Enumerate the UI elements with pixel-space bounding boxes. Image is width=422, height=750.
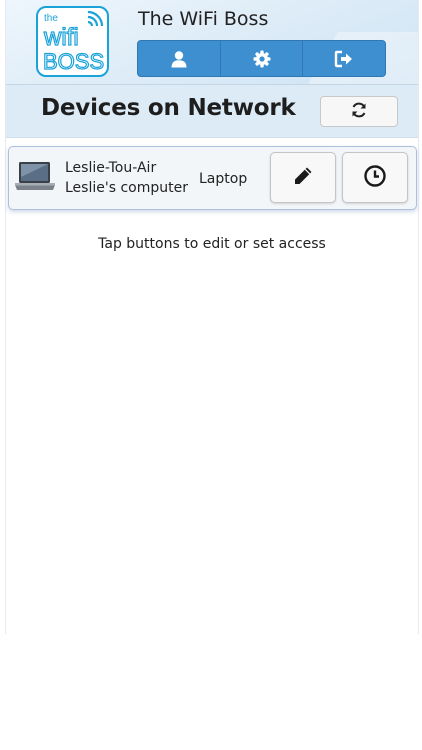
edit-device-button[interactable]: [270, 152, 336, 203]
header-tabbar: [137, 40, 386, 77]
gear-icon: [253, 50, 271, 68]
wifi-boss-logo: the wifi BOSS: [36, 6, 109, 77]
tab-profile[interactable]: [138, 41, 221, 76]
svg-text:the: the: [44, 13, 58, 24]
svg-text:wifi: wifi: [43, 24, 79, 51]
laptop-icon: [14, 161, 56, 197]
app-title: The WiFi Boss: [138, 8, 269, 30]
tab-settings[interactable]: [221, 41, 304, 76]
clock-icon: [363, 164, 387, 192]
hint-text: Tap buttons to edit or set access: [98, 236, 326, 252]
tab-logout[interactable]: [303, 41, 385, 76]
device-type: Laptop: [199, 171, 248, 187]
page-title: Devices on Network: [41, 95, 296, 121]
sign-out-icon: [334, 50, 354, 68]
device-name: Leslie-Tou-Air: [65, 160, 157, 176]
access-schedule-button[interactable]: [342, 152, 408, 203]
refresh-icon: [350, 101, 368, 123]
section-bar: Devices on Network: [6, 85, 418, 138]
device-row[interactable]: Leslie-Tou-Air Leslie's computer Laptop: [8, 146, 417, 210]
pencil-icon: [292, 165, 314, 191]
refresh-button[interactable]: [320, 96, 398, 127]
device-owner: Leslie's computer: [65, 180, 188, 196]
app-frame: the wifi BOSS The WiFi Boss Devices on N…: [5, 0, 419, 634]
user-icon: [170, 50, 188, 68]
svg-text:BOSS: BOSS: [43, 49, 104, 74]
app-header: the wifi BOSS The WiFi Boss: [6, 0, 418, 85]
